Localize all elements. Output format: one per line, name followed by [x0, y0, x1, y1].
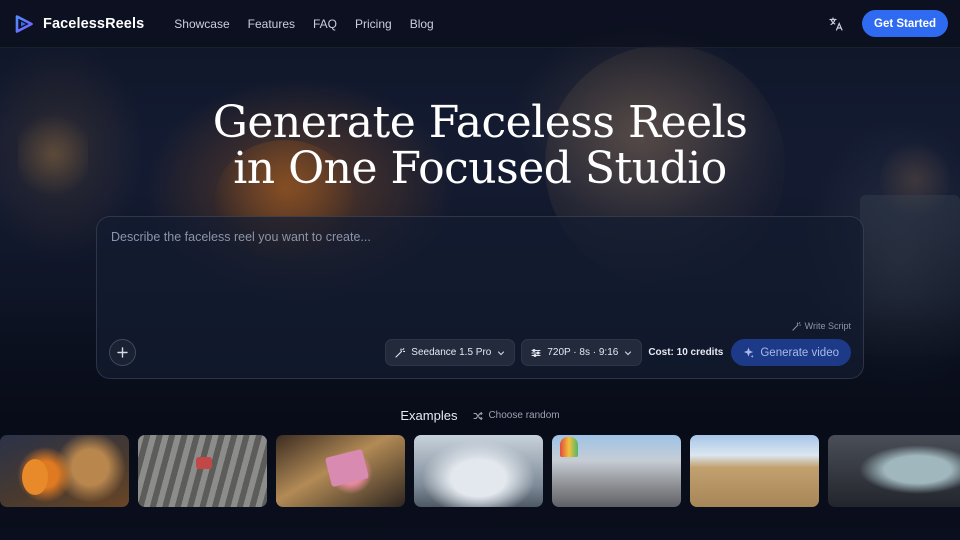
language-button[interactable] [822, 10, 850, 38]
example-thumbnail-3[interactable] [276, 435, 405, 507]
chevron-down-icon [498, 350, 505, 355]
shuffle-icon [473, 411, 484, 420]
nav-pricing[interactable]: Pricing [355, 17, 392, 31]
site-header: FacelessReels Showcase Features FAQ Pric… [0, 0, 960, 48]
cost-label: Cost: 10 credits [648, 347, 724, 358]
nav-blog[interactable]: Blog [410, 17, 434, 31]
model-select[interactable]: Seedance 1.5 Pro [385, 339, 516, 366]
example-thumbnail-4[interactable] [414, 435, 543, 507]
nav-features[interactable]: Features [248, 17, 295, 31]
write-script-button[interactable]: Write Script [792, 321, 851, 331]
prompt-input[interactable] [111, 230, 851, 320]
translate-icon [829, 16, 843, 31]
brand-logo[interactable]: FacelessReels [14, 14, 144, 34]
example-thumbnail-6[interactable] [690, 435, 819, 507]
hero-title-line-2: in One Focused Studio [233, 143, 727, 194]
video-settings-select[interactable]: 720P · 8s · 9:16 [521, 339, 643, 366]
main-nav: Showcase Features FAQ Pricing Blog [174, 17, 433, 31]
choose-random-button[interactable]: Choose random [473, 410, 560, 421]
hero-title-line-1: Generate Faceless Reels [212, 97, 748, 148]
generate-video-button[interactable]: Generate video [731, 339, 851, 366]
play-logo-icon [15, 14, 33, 33]
add-attachment-button[interactable] [109, 339, 136, 366]
sliders-icon [531, 348, 541, 357]
example-thumbnail-1[interactable] [0, 435, 129, 507]
examples-title: Examples [400, 408, 458, 423]
nav-faq[interactable]: FAQ [313, 17, 337, 31]
example-thumbnail-7[interactable] [828, 435, 960, 507]
choose-random-label: Choose random [488, 410, 560, 421]
get-started-button[interactable]: Get Started [862, 10, 948, 37]
prompt-box: Write Script Seedance 1.5 Pro 720P · 8s … [96, 216, 864, 379]
magic-wand-icon [792, 321, 801, 331]
example-thumbnail-2[interactable] [138, 435, 267, 507]
examples-header: Examples Choose random [0, 408, 960, 423]
write-script-label: Write Script [804, 321, 851, 331]
examples-gallery [0, 435, 960, 507]
video-settings-label: 720P · 8s · 9:16 [547, 347, 619, 358]
nav-showcase[interactable]: Showcase [174, 17, 229, 31]
chevron-down-icon [625, 350, 632, 355]
plus-icon [117, 347, 128, 358]
brand-name: FacelessReels [43, 15, 145, 32]
model-label: Seedance 1.5 Pro [411, 347, 492, 358]
magic-wand-icon [395, 347, 406, 358]
generate-video-label: Generate video [760, 346, 839, 359]
sparkle-icon [744, 347, 755, 358]
example-thumbnail-5[interactable] [552, 435, 681, 507]
hero-title: Generate Faceless Reels in One Focused S… [0, 100, 960, 192]
